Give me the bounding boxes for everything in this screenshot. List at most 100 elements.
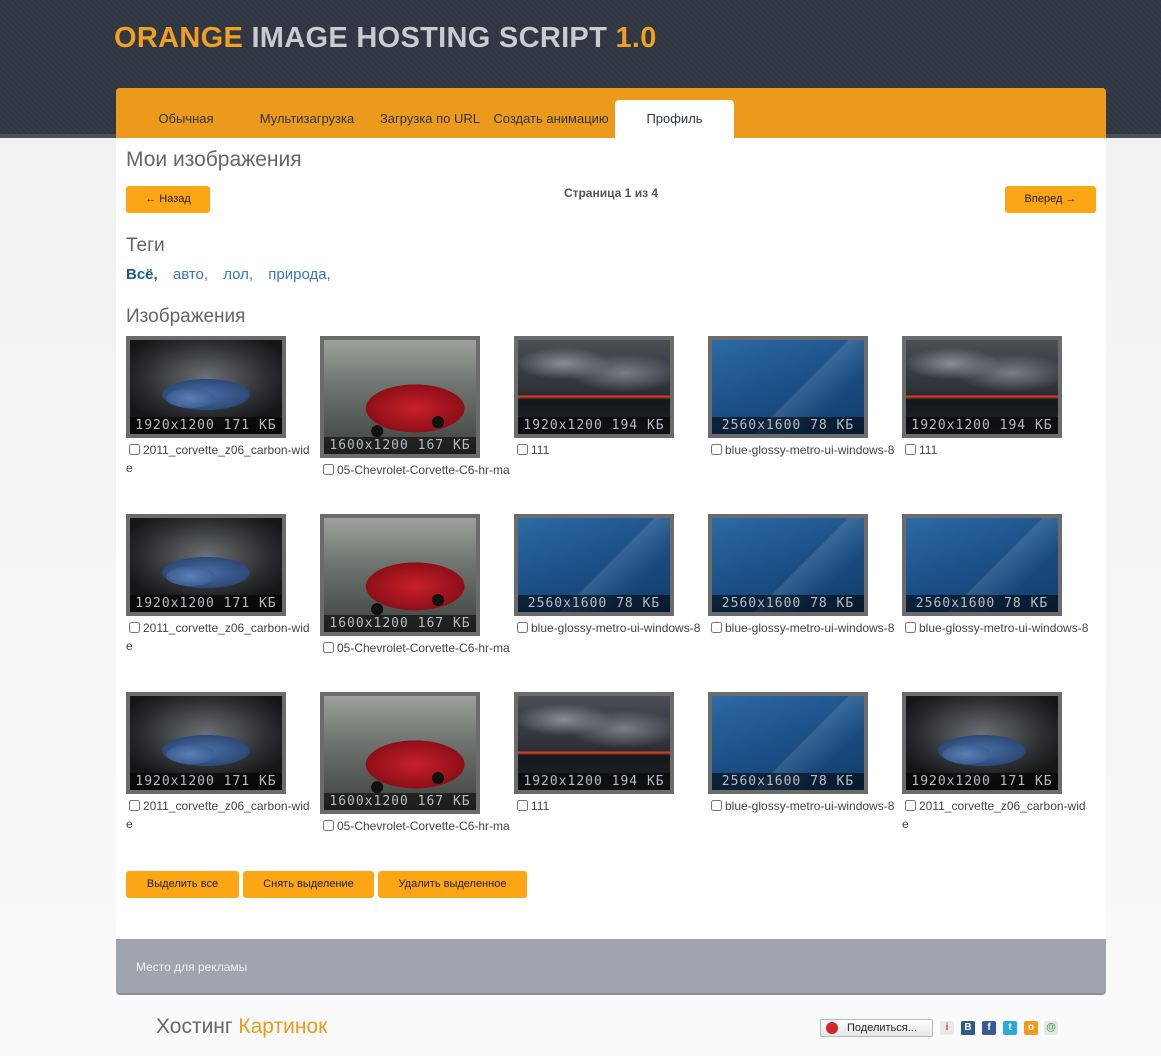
vkontakte-icon[interactable]: B xyxy=(961,1021,975,1035)
page-of: из xyxy=(634,186,649,200)
image-info-overlay: 1600x1200 167 КБ xyxy=(324,437,476,454)
image-thumbnail[interactable]: 1600x1200 167 КБ xyxy=(320,692,480,814)
image-item: 1920x1200 194 КБ 111 xyxy=(514,336,704,459)
image-checkbox[interactable] xyxy=(711,800,722,811)
tag-auto[interactable]: авто, xyxy=(173,266,208,283)
tab-multiupload[interactable]: Мультизагрузка xyxy=(252,100,362,138)
image-thumbnail[interactable]: 1600x1200 167 КБ xyxy=(320,336,480,458)
image-item: 1920x1200 171 КБ 2011_corvette_z06_carbon… xyxy=(126,692,316,833)
share-label: Поделиться... xyxy=(847,1022,917,1034)
image-name: 2011_corvette_z06_carbon-wide xyxy=(126,621,310,653)
image-info-overlay: 2560x1600 78 КБ xyxy=(712,773,864,790)
tag-lol[interactable]: лол, xyxy=(223,266,253,283)
image-caption: 05-Chevrolet-Corvette-C6-hr-ma xyxy=(320,817,510,835)
image-info-overlay: 1920x1200 171 КБ xyxy=(906,773,1058,790)
image-thumbnail[interactable]: 1920x1200 194 КБ xyxy=(514,692,674,794)
livejournal-icon[interactable]: i xyxy=(940,1021,954,1035)
image-thumbnail[interactable]: 2560x1600 78 КБ xyxy=(708,336,868,438)
image-item: 2560x1600 78 КБ blue-glossy-metro-ui-wind… xyxy=(902,514,1092,637)
image-checkbox[interactable] xyxy=(129,444,140,455)
tag-all[interactable]: Всё, xyxy=(126,266,158,283)
image-checkbox[interactable] xyxy=(905,622,916,633)
image-name: 111 xyxy=(531,799,550,813)
image-caption: blue-glossy-metro-ui-windows-8 xyxy=(708,797,898,815)
share-button[interactable]: Поделиться... xyxy=(820,1019,933,1037)
site-title-version: 1.0 xyxy=(615,22,657,54)
image-checkbox[interactable] xyxy=(905,800,916,811)
image-checkbox[interactable] xyxy=(129,622,140,633)
site-title[interactable]: ORANGE IMAGE HOSTING SCRIPT 1.0 xyxy=(114,22,657,55)
image-item: 2560x1600 78 КБ blue-glossy-metro-ui-wind… xyxy=(708,692,898,815)
deselect-button[interactable]: Снять выделение xyxy=(243,871,374,898)
image-caption: 2011_corvette_z06_carbon-wide xyxy=(902,797,1092,833)
images-title: Изображения xyxy=(126,306,246,327)
footer-brand-a: Хостинг xyxy=(156,1015,239,1038)
image-thumbnail[interactable]: 1920x1200 171 КБ xyxy=(126,514,286,616)
footer-brand-b: Картинок xyxy=(238,1015,328,1038)
image-checkbox[interactable] xyxy=(323,642,334,653)
delete-selected-button[interactable]: Удалить выделенное xyxy=(378,871,527,898)
select-all-button[interactable]: Выделить все xyxy=(126,871,239,898)
image-thumbnail[interactable]: 2560x1600 78 КБ xyxy=(902,514,1062,616)
image-checkbox[interactable] xyxy=(323,820,334,831)
image-info-overlay: 1920x1200 194 КБ xyxy=(518,773,670,790)
facebook-icon[interactable]: f xyxy=(982,1021,996,1035)
image-item: 1600x1200 167 КБ 05-Chevrolet-Corvette-C6… xyxy=(320,336,510,479)
image-caption: blue-glossy-metro-ui-windows-8 xyxy=(514,619,704,637)
tab-regular[interactable]: Обычная xyxy=(136,100,236,138)
image-thumbnail[interactable]: 1600x1200 167 КБ xyxy=(320,514,480,636)
tags-title: Теги xyxy=(126,235,165,256)
image-thumbnail[interactable]: 2560x1600 78 КБ xyxy=(708,514,868,616)
page-title: Мои изображения xyxy=(126,148,302,171)
image-thumbnail[interactable]: 1920x1200 171 КБ xyxy=(126,692,286,794)
image-thumbnail[interactable]: 2560x1600 78 КБ xyxy=(514,514,674,616)
page-total: 4 xyxy=(651,186,659,200)
image-thumbnail[interactable]: 1920x1200 171 КБ xyxy=(902,692,1062,794)
image-checkbox[interactable] xyxy=(517,444,528,455)
image-name: 2011_corvette_z06_carbon-wide xyxy=(126,443,310,475)
image-name: 2011_corvette_z06_carbon-wide xyxy=(902,799,1086,831)
image-caption: 05-Chevrolet-Corvette-C6-hr-ma xyxy=(320,639,510,657)
image-info-overlay: 2560x1600 78 КБ xyxy=(712,417,864,434)
tags-list: Всё, авто, лол, природа, xyxy=(126,266,342,283)
image-checkbox[interactable] xyxy=(129,800,140,811)
page-word: Страница xyxy=(563,186,622,200)
tab-profile[interactable]: Профиль xyxy=(615,100,734,138)
share-icon xyxy=(826,1022,838,1034)
ad-text: Место для рекламы xyxy=(136,960,248,974)
image-caption: 05-Chevrolet-Corvette-C6-hr-ma xyxy=(320,461,510,479)
image-thumbnail[interactable]: 1920x1200 171 КБ xyxy=(126,336,286,438)
image-item: 2560x1600 78 КБ blue-glossy-metro-ui-wind… xyxy=(708,514,898,637)
image-checkbox[interactable] xyxy=(711,444,722,455)
image-caption: 2011_corvette_z06_carbon-wide xyxy=(126,619,316,655)
tab-bar: Обычная Мультизагрузка Загрузка по URL С… xyxy=(116,88,1106,138)
tag-nature[interactable]: природа, xyxy=(268,266,330,283)
image-info-overlay: 1920x1200 171 КБ xyxy=(130,773,282,790)
image-checkbox[interactable] xyxy=(711,622,722,633)
image-checkbox[interactable] xyxy=(323,464,334,475)
image-caption: 111 xyxy=(514,441,704,459)
tab-url-upload[interactable]: Загрузка по URL xyxy=(378,100,482,138)
image-thumbnail[interactable]: 1920x1200 194 КБ xyxy=(902,336,1062,438)
odnoklassniki-icon[interactable]: o xyxy=(1024,1021,1038,1035)
site-title-main: IMAGE HOSTING SCRIPT xyxy=(243,22,616,54)
twitter-icon[interactable]: t xyxy=(1003,1021,1017,1035)
myworld-icon[interactable]: @ xyxy=(1044,1021,1058,1035)
page-indicator: Страница 1 из 4 xyxy=(116,186,1106,200)
image-name: blue-glossy-metro-ui-windows-8 xyxy=(531,621,701,635)
image-thumbnail[interactable]: 1920x1200 194 КБ xyxy=(514,336,674,438)
image-checkbox[interactable] xyxy=(517,622,528,633)
image-name: 2011_corvette_z06_carbon-wide xyxy=(126,799,310,831)
image-caption: blue-glossy-metro-ui-windows-8 xyxy=(708,619,898,637)
image-checkbox[interactable] xyxy=(517,800,528,811)
image-caption: 2011_corvette_z06_carbon-wide xyxy=(126,797,316,833)
image-item: 1600x1200 167 КБ 05-Chevrolet-Corvette-C6… xyxy=(320,692,510,835)
image-thumbnail[interactable]: 2560x1600 78 КБ xyxy=(708,692,868,794)
next-page-button[interactable]: Вперед → xyxy=(1005,186,1096,213)
image-name: 111 xyxy=(919,443,938,457)
main-content: Обычная Мультизагрузка Загрузка по URL С… xyxy=(116,88,1106,939)
image-checkbox[interactable] xyxy=(905,444,916,455)
image-caption: blue-glossy-metro-ui-windows-8 xyxy=(902,619,1092,637)
tab-create-animation[interactable]: Создать анимацию xyxy=(492,100,610,138)
footer-brand[interactable]: Хостинг Картинок xyxy=(156,1015,327,1039)
